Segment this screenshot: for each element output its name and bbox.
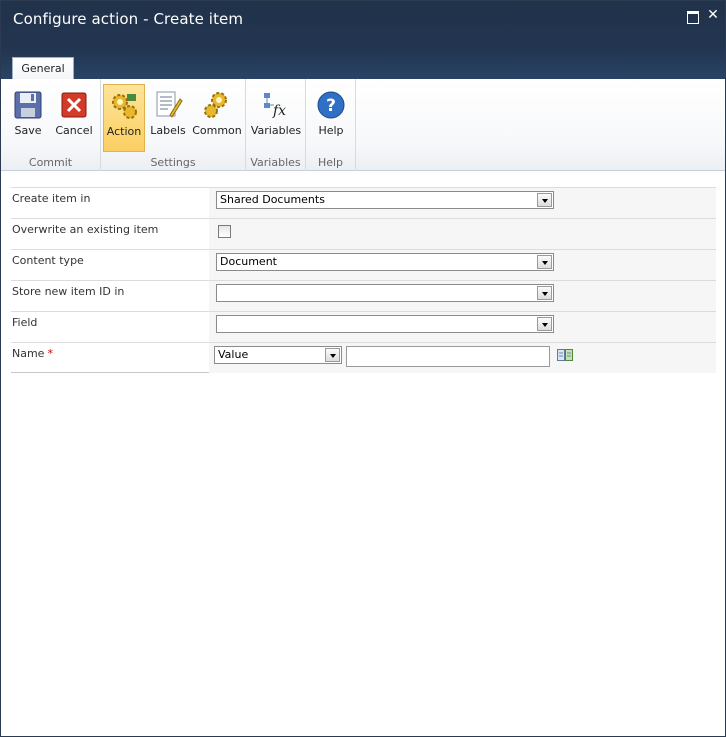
cancel-button[interactable]: Cancel: [53, 84, 95, 152]
action-gear-icon: [112, 94, 137, 119]
required-marker: *: [47, 347, 53, 360]
chevron-down-icon: [325, 348, 340, 362]
variables-button[interactable]: fx Variables: [250, 84, 302, 152]
store-id-label: Store new item ID in: [12, 285, 125, 298]
ribbon-group-commit: Save Cancel Commit: [1, 79, 101, 171]
content-type-label: Content type: [12, 254, 84, 267]
ribbon-group-variables: fx Variables Variables: [246, 79, 306, 171]
store-id-cell: [209, 281, 716, 311]
common-button[interactable]: Common: [191, 84, 243, 152]
save-icon: [14, 91, 42, 119]
dialog-window: Configure action - Create item ✕ General…: [0, 0, 726, 737]
name-mode-select[interactable]: Value: [214, 346, 342, 364]
form-row-field: Field: [11, 311, 716, 342]
action-label: Action: [106, 125, 142, 138]
overwrite-cell: [209, 219, 716, 249]
form-row-content-type: Content type Document: [11, 249, 716, 280]
labels-button[interactable]: Labels: [147, 84, 189, 152]
svg-text:?: ?: [326, 96, 336, 116]
labels-label: Labels: [150, 124, 186, 137]
cancel-icon: [61, 92, 87, 118]
field-select[interactable]: [216, 315, 554, 333]
variables-fx-icon: fx: [264, 93, 286, 119]
chevron-down-icon: [537, 317, 552, 331]
title-bar: Configure action - Create item ✕ General: [1, 1, 725, 80]
group-label-help: Help: [317, 156, 344, 169]
help-icon: ?: [317, 91, 345, 119]
insert-reference-icon[interactable]: [557, 348, 573, 362]
create-item-in-value: Shared Documents: [220, 193, 325, 206]
ribbon: Save Cancel Commit Action Labels Common …: [1, 79, 725, 171]
field-cell: [209, 312, 716, 342]
common-label: Common: [192, 124, 242, 137]
form-row-name: Name * Value: [11, 342, 716, 373]
help-button[interactable]: ? Help: [310, 84, 352, 152]
store-id-select[interactable]: [216, 284, 554, 302]
content-type-cell: Document: [209, 250, 716, 280]
form-row-store-id: Store new item ID in: [11, 280, 716, 311]
save-label: Save: [14, 124, 42, 137]
chevron-down-icon: [537, 255, 552, 269]
action-form: Create item in Shared Documents Overwrit…: [11, 187, 716, 373]
content-type-value: Document: [220, 255, 277, 268]
dialog-title: Configure action - Create item: [13, 10, 244, 28]
field-label: Field: [12, 316, 38, 329]
close-icon[interactable]: ✕: [706, 8, 720, 23]
name-label-wrap: Name *: [11, 343, 209, 373]
name-mode-value: Value: [218, 348, 249, 361]
form-row-create-item-in: Create item in Shared Documents: [11, 187, 716, 218]
form-row-overwrite: Overwrite an existing item: [11, 218, 716, 249]
create-item-in-label: Create item in: [12, 192, 91, 205]
name-cell: Value: [209, 343, 716, 373]
group-label-variables: Variables: [250, 156, 301, 169]
action-button[interactable]: Action: [103, 84, 145, 152]
name-label: Name: [12, 347, 45, 360]
overwrite-checkbox[interactable]: [218, 225, 231, 238]
chevron-down-icon: [537, 286, 552, 300]
save-button[interactable]: Save: [7, 84, 49, 152]
overwrite-label: Overwrite an existing item: [12, 223, 159, 236]
group-label-commit: Commit: [28, 156, 73, 169]
tab-general[interactable]: General: [12, 57, 74, 80]
create-item-in-select[interactable]: Shared Documents: [216, 191, 554, 209]
common-gear-icon: [204, 92, 227, 118]
variables-label: Variables: [250, 124, 302, 137]
maximize-icon[interactable]: [685, 9, 699, 24]
chevron-down-icon: [537, 193, 552, 207]
create-item-in-cell: Shared Documents: [209, 188, 716, 218]
help-label: Help: [318, 124, 344, 137]
content-type-select[interactable]: Document: [216, 253, 554, 271]
name-text-input[interactable]: [346, 346, 550, 367]
labels-icon: [156, 91, 183, 118]
group-label-settings: Settings: [150, 156, 196, 169]
cancel-label: Cancel: [55, 124, 93, 137]
ribbon-group-help: ? Help Help: [306, 79, 356, 171]
ribbon-group-settings: Action Labels Common Settings: [101, 79, 246, 171]
svg-text:fx: fx: [272, 103, 286, 119]
